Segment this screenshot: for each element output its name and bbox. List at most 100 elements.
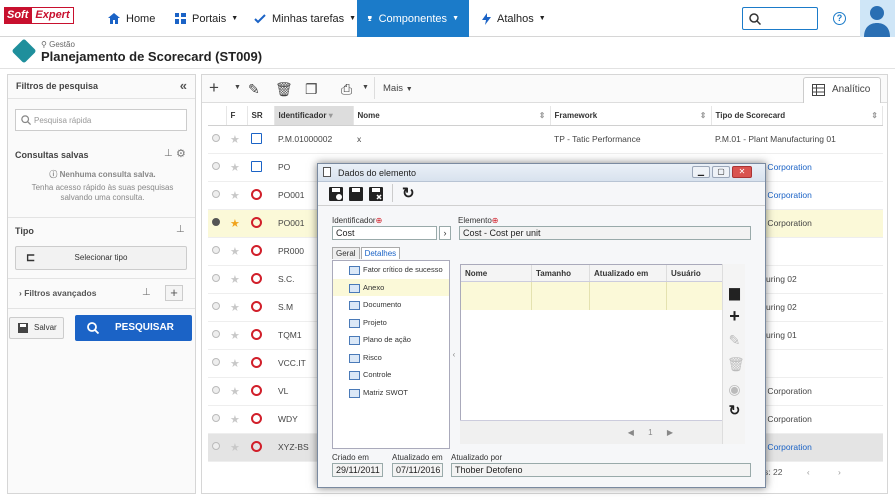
row-radio[interactable] xyxy=(208,181,226,210)
identificador-field[interactable]: Cost xyxy=(332,226,437,240)
chevron-down-icon[interactable]: ▼ xyxy=(362,84,369,91)
save-icon[interactable] xyxy=(349,187,363,201)
nav-atalhos[interactable]: Atalhos ▼ xyxy=(472,0,556,37)
refresh-icon[interactable]: ↻ xyxy=(402,184,415,202)
more-menu[interactable]: Mais ▼ xyxy=(383,83,413,94)
row-favorite[interactable]: ★ xyxy=(226,293,247,322)
save-new-icon[interactable] xyxy=(329,187,343,201)
column-usuario[interactable]: Usuário xyxy=(667,265,724,281)
refresh-icon[interactable]: ↻ xyxy=(727,402,742,419)
select-type-button[interactable]: ⊏ Selecionar tipo xyxy=(15,246,187,270)
tree-item[interactable]: Anexo xyxy=(333,278,449,296)
row-radio[interactable] xyxy=(208,349,226,378)
tree-item[interactable]: Fator crítico de sucesso xyxy=(333,261,449,279)
pin-icon[interactable]: ⊥ xyxy=(164,148,173,159)
edit-icon[interactable]: ✎ xyxy=(248,81,260,98)
collapse-panel-icon[interactable]: « xyxy=(180,78,187,93)
tab-detalhes[interactable]: Detalhes xyxy=(360,247,401,259)
tree-item[interactable]: Controle xyxy=(333,366,449,384)
row-radio[interactable] xyxy=(208,237,226,266)
edit-icon[interactable]: ✎ xyxy=(727,332,742,349)
global-search-input[interactable] xyxy=(742,7,818,30)
next-page-icon[interactable]: › xyxy=(838,467,841,477)
row-favorite[interactable]: ★ xyxy=(226,181,247,210)
column-tamanho[interactable]: Tamanho xyxy=(532,265,590,281)
row-radio[interactable] xyxy=(208,433,226,462)
row-favorite[interactable]: ★ xyxy=(226,433,247,462)
nav-componentes[interactable]: Componentes ▼ xyxy=(357,0,469,37)
delete-icon[interactable]: 🗑 xyxy=(727,356,745,373)
row-favorite[interactable]: ★ xyxy=(226,209,247,238)
row-favorite[interactable]: ★ xyxy=(226,125,247,154)
table-row[interactable] xyxy=(461,282,744,310)
print-icon[interactable]: ⎙ xyxy=(341,81,352,98)
row-radio[interactable] xyxy=(208,377,226,406)
row-favorite[interactable]: ★ xyxy=(226,237,247,266)
column-atualizado-em[interactable]: Atualizado em xyxy=(590,265,667,281)
row-radio[interactable] xyxy=(208,321,226,350)
new-file-icon[interactable]: ▆ xyxy=(727,284,742,301)
tree-item[interactable]: Matriz SWOT xyxy=(333,384,449,402)
add-icon[interactable]: + xyxy=(209,78,219,98)
view-icon[interactable]: ◉ xyxy=(727,381,742,398)
tab-analitico[interactable]: Analítico xyxy=(803,77,881,103)
copy-icon[interactable]: ❐ xyxy=(305,81,318,98)
softexpert-logo[interactable]: Soft Expert xyxy=(4,7,74,24)
row-sr xyxy=(247,125,274,154)
row-radio[interactable] xyxy=(208,153,226,182)
row-radio[interactable] xyxy=(208,293,226,322)
pin-icon[interactable]: ⊥ xyxy=(142,287,151,298)
prev-page-icon[interactable]: ‹ xyxy=(807,467,810,477)
row-favorite[interactable]: ★ xyxy=(226,405,247,434)
row-favorite[interactable]: ★ xyxy=(226,265,247,294)
add-icon[interactable]: + xyxy=(727,306,742,327)
column-nome[interactable]: Nome xyxy=(461,265,532,281)
row-favorite[interactable]: ★ xyxy=(226,349,247,378)
tree-item[interactable]: Documento xyxy=(333,296,449,314)
pin-icon[interactable]: ⊥ xyxy=(176,224,185,235)
row-radio[interactable] xyxy=(208,209,226,238)
save-button[interactable]: Salvar xyxy=(9,317,64,339)
column-framework[interactable]: Framework ⇕ xyxy=(550,106,712,126)
tree-item[interactable]: Risco xyxy=(333,349,449,367)
column-identificador[interactable]: Identificador ▾ xyxy=(274,106,354,126)
next-page-icon[interactable]: ▶ xyxy=(667,428,673,437)
chevron-down-icon[interactable]: ▼ xyxy=(234,84,241,91)
quick-search-input[interactable]: Pesquisa rápida xyxy=(15,109,187,131)
column-sr[interactable]: SR xyxy=(247,106,275,126)
search-icon xyxy=(21,115,31,125)
nav-home[interactable]: Home xyxy=(98,0,165,37)
row-favorite[interactable]: ★ xyxy=(226,321,247,350)
row-favorite[interactable]: ★ xyxy=(226,153,247,182)
row-radio[interactable] xyxy=(208,265,226,294)
column-favorite[interactable]: F xyxy=(226,106,248,126)
column-nome[interactable]: Nome ⇕ xyxy=(353,106,551,126)
delete-icon[interactable]: 🗑 xyxy=(275,81,293,98)
nav-portais[interactable]: Portais ▼ xyxy=(165,0,248,37)
tab-geral[interactable]: Geral xyxy=(332,247,360,259)
prev-page-icon[interactable]: ◀ xyxy=(628,428,634,437)
gear-icon[interactable]: ⚙ xyxy=(176,147,186,160)
tree-item[interactable]: Projeto xyxy=(333,314,449,332)
save-close-icon[interactable] xyxy=(369,187,383,201)
help-icon[interactable]: ? xyxy=(833,12,846,25)
user-avatar[interactable] xyxy=(860,0,895,37)
nav-minhas-tarefas[interactable]: Minhas tarefas ▼ xyxy=(244,0,366,37)
lookup-button[interactable]: › xyxy=(439,226,451,240)
minimize-button[interactable]: ▁ xyxy=(692,166,710,178)
advanced-filters-toggle[interactable]: › Filtros avançados xyxy=(19,288,96,298)
star-icon: ★ xyxy=(230,133,240,146)
column-tipo-scorecard[interactable]: Tipo de Scorecard ⇕ xyxy=(711,106,883,126)
add-filter-button[interactable]: + xyxy=(165,285,183,301)
table-row[interactable]: ★ P.M.01000002 x TP - Tatic Performance P.M.… xyxy=(208,125,883,154)
attachments-header: Nome Tamanho Atualizado em Usuário xyxy=(461,265,744,282)
tree-item[interactable]: Plano de ação xyxy=(333,331,449,349)
splitter-handle[interactable]: ‹ xyxy=(450,260,458,449)
search-button[interactable]: PESQUISAR xyxy=(75,315,192,341)
close-button[interactable]: ✕ xyxy=(732,166,752,178)
breadcrumb[interactable]: ⚲ Gestão xyxy=(41,40,75,49)
row-favorite[interactable]: ★ xyxy=(226,377,247,406)
maximize-button[interactable]: ▢ xyxy=(712,166,730,178)
row-radio[interactable] xyxy=(208,405,226,434)
row-radio[interactable] xyxy=(208,125,226,154)
